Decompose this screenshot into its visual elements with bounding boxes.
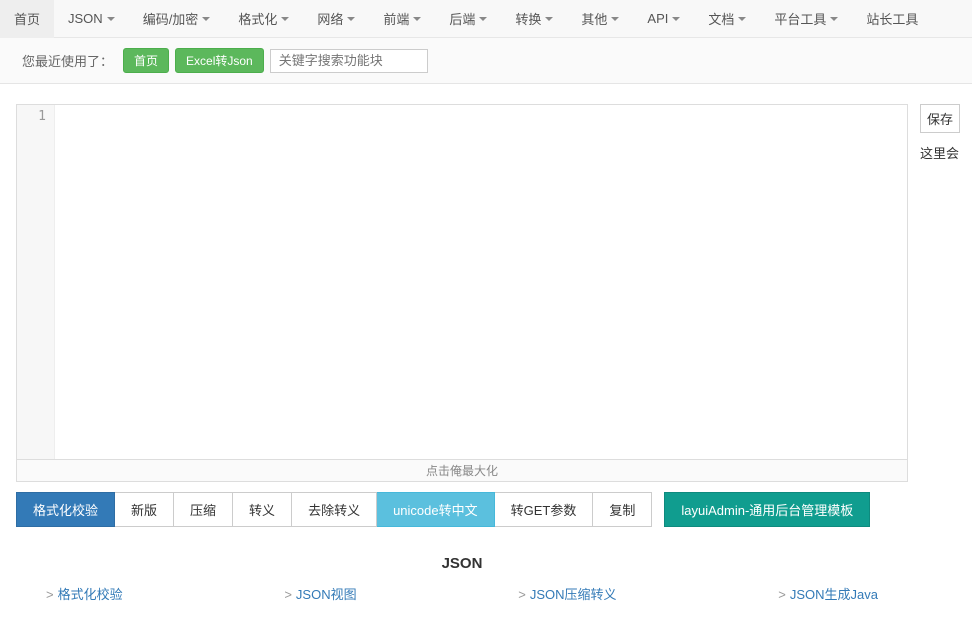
chevron-down-icon <box>830 17 838 21</box>
recent-tag-excel[interactable]: Excel转Json <box>175 48 264 73</box>
maximize-button[interactable]: 点击俺最大化 <box>16 460 908 482</box>
unescape-button[interactable]: 去除转义 <box>292 492 377 527</box>
section-title: JSON <box>16 555 908 572</box>
editor-textarea[interactable] <box>55 105 907 459</box>
chevron-down-icon <box>413 17 421 21</box>
link-format-check[interactable]: >格式化校验 <box>46 584 123 603</box>
nav-api[interactable]: API <box>633 1 694 36</box>
chevron-right-icon: > <box>518 587 526 602</box>
link-json-view[interactable]: >JSON视图 <box>284 584 356 603</box>
copy-button[interactable]: 复制 <box>593 492 652 527</box>
recent-label: 您最近使用了： <box>22 51 113 70</box>
nav-network[interactable]: 网络 <box>303 0 369 38</box>
line-number: 1 <box>17 109 46 124</box>
right-sidebar: 保存 这里会 <box>920 104 956 603</box>
new-version-button[interactable]: 新版 <box>115 492 174 527</box>
search-input[interactable] <box>270 49 428 73</box>
escape-button[interactable]: 转义 <box>233 492 292 527</box>
chevron-down-icon <box>202 17 210 21</box>
chevron-down-icon <box>347 17 355 21</box>
format-check-button[interactable]: 格式化校验 <box>16 492 115 527</box>
recent-bar: 您最近使用了： 首页 Excel转Json <box>0 38 972 84</box>
nav-backend[interactable]: 后端 <box>435 0 501 38</box>
nav-json[interactable]: JSON <box>54 1 129 36</box>
unicode-button[interactable]: unicode转中文 <box>377 492 495 527</box>
recent-tag-home[interactable]: 首页 <box>123 48 169 73</box>
chevron-down-icon <box>545 17 553 21</box>
chevron-right-icon: > <box>46 587 54 602</box>
chevron-down-icon <box>281 17 289 21</box>
save-button[interactable]: 保存 <box>920 104 960 133</box>
chevron-down-icon <box>611 17 619 21</box>
nav-home[interactable]: 首页 <box>0 0 54 38</box>
chevron-down-icon <box>672 17 680 21</box>
chevron-right-icon: > <box>778 587 786 602</box>
chevron-down-icon <box>107 17 115 21</box>
chevron-down-icon <box>479 17 487 21</box>
editor-gutter: 1 <box>17 105 55 459</box>
link-json-compress[interactable]: >JSON压缩转义 <box>518 584 616 603</box>
chevron-down-icon <box>738 17 746 21</box>
nav-frontend[interactable]: 前端 <box>369 0 435 38</box>
get-params-button[interactable]: 转GET参数 <box>495 492 594 527</box>
nav-other[interactable]: 其他 <box>567 0 633 38</box>
link-json-java[interactable]: >JSON生成Java <box>778 584 878 603</box>
code-editor[interactable]: 1 <box>16 104 908 460</box>
nav-webmaster[interactable]: 站长工具 <box>852 0 932 38</box>
top-navbar: 首页 JSON 编码/加密 格式化 网络 前端 后端 转换 其他 API 文档 … <box>0 0 972 38</box>
layui-admin-button[interactable]: layuiAdmin-通用后台管理模板 <box>664 492 870 527</box>
compress-button[interactable]: 压缩 <box>174 492 233 527</box>
nav-convert[interactable]: 转换 <box>501 0 567 38</box>
links-row: >格式化校验 >JSON视图 >JSON压缩转义 >JSON生成Java <box>16 584 908 603</box>
right-hint-text: 这里会 <box>920 143 956 162</box>
chevron-right-icon: > <box>284 587 292 602</box>
editor-column: 1 点击俺最大化 格式化校验 新版 压缩 转义 去除转义 unicode转中文 … <box>16 104 908 603</box>
nav-platform[interactable]: 平台工具 <box>760 0 852 38</box>
nav-encode[interactable]: 编码/加密 <box>129 0 225 38</box>
nav-format[interactable]: 格式化 <box>224 0 303 38</box>
nav-docs[interactable]: 文档 <box>694 0 760 38</box>
main-area: 1 点击俺最大化 格式化校验 新版 压缩 转义 去除转义 unicode转中文 … <box>0 84 972 603</box>
action-button-row: 格式化校验 新版 压缩 转义 去除转义 unicode转中文 转GET参数 复制… <box>16 492 908 527</box>
